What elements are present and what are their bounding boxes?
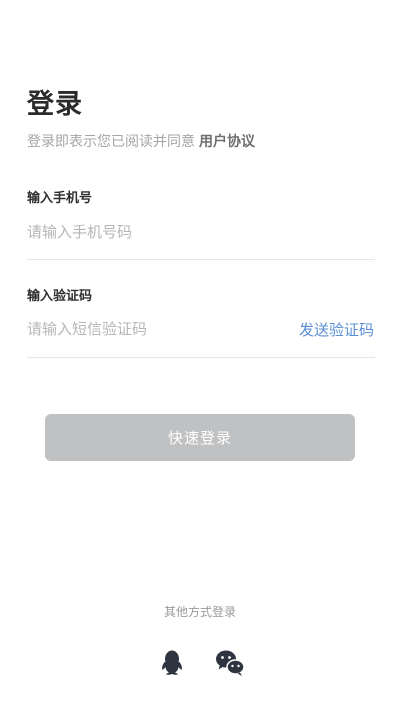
agreement-notice: 登录即表示您已阅读并同意 用户协议 [27, 131, 255, 151]
user-agreement-link[interactable]: 用户协议 [199, 134, 255, 150]
code-input[interactable] [27, 316, 267, 342]
phone-input[interactable] [27, 219, 367, 245]
login-screen: 登录 登录即表示您已阅读并同意用户协议 输入手机号 输入验证码 发送验证码 快速… [0, 0, 400, 710]
code-divider [27, 357, 375, 358]
page-title: 登录 [27, 89, 83, 120]
send-code-button[interactable]: 发送验证码 [299, 319, 374, 340]
agreement-text: 登录即表示您已阅读并同意 [27, 134, 195, 150]
wechat-icon [214, 648, 246, 678]
phone-label: 输入手机号 [27, 191, 93, 206]
code-label: 输入验证码 [27, 289, 93, 304]
wechat-login-button[interactable] [214, 648, 246, 678]
other-login-label: 其他方式登录 [163, 605, 236, 619]
qq-login-button[interactable] [157, 648, 187, 678]
phone-divider [27, 259, 375, 260]
quick-login-button[interactable]: 快速登录 [45, 414, 355, 461]
qq-icon [157, 648, 187, 678]
